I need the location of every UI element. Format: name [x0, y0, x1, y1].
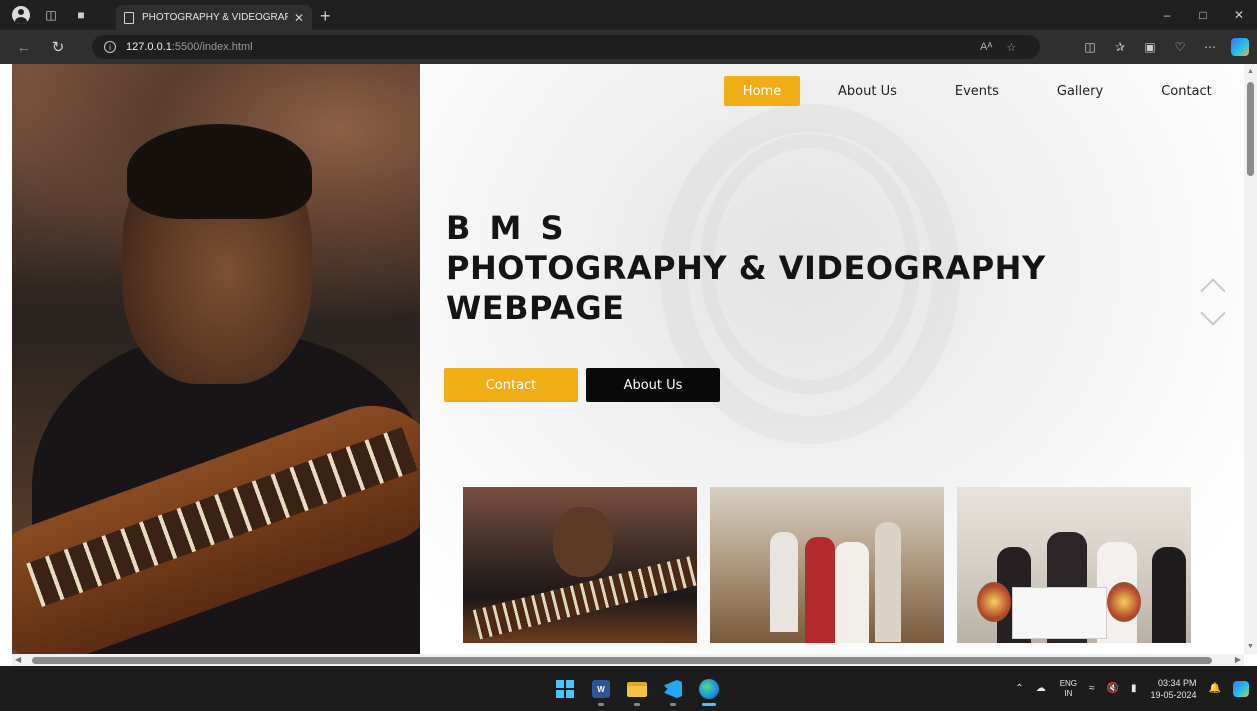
hero-musician-photo	[12, 64, 420, 654]
region-code: IN	[1064, 688, 1073, 698]
page-viewport: Home About Us Events Gallery Contact B M…	[12, 64, 1244, 654]
taskbar-edge[interactable]	[694, 674, 724, 706]
language-indicator[interactable]: ENG IN	[1060, 679, 1077, 699]
collections-icon[interactable]: ▣	[1135, 40, 1165, 54]
nav-gallery[interactable]: Gallery	[1057, 76, 1103, 106]
gallery-thumbnail-musician[interactable]	[463, 487, 697, 643]
gallery-thumbnail-award-group[interactable]	[957, 487, 1191, 643]
scroll-down-arrow-icon[interactable]: ▼	[1247, 643, 1254, 650]
clock[interactable]: 03:34 PM 19-05-2024	[1151, 677, 1197, 701]
windows-logo-icon	[556, 680, 574, 698]
word-icon: W	[592, 680, 610, 698]
vertical-scroll-thumb[interactable]	[1247, 82, 1254, 176]
address-path: :5500/index.html	[171, 41, 253, 53]
browser-essentials-icon[interactable]: ♡	[1165, 40, 1195, 54]
site-info-icon[interactable]: i	[104, 41, 116, 53]
taskbar-file-explorer[interactable]	[622, 674, 652, 706]
window-controls: – □ ✕	[1149, 0, 1257, 30]
favorite-star-icon[interactable]: ☆	[1006, 41, 1016, 54]
clock-date: 19-05-2024	[1150, 689, 1197, 700]
tab-actions-icon[interactable]: ■	[72, 6, 90, 24]
start-button[interactable]	[550, 674, 580, 704]
notification-bell-icon[interactable]: 🔔	[1209, 683, 1221, 694]
workspaces-icon[interactable]: ◫	[42, 6, 60, 24]
taskbar: W ⌃ ☁ ENG IN ≈ 🔇 ▮ 03:34 PM 19-05-2024 🔔	[0, 666, 1257, 711]
show-hidden-icons-chevron-icon[interactable]: ⌃	[1015, 683, 1023, 694]
nav-events[interactable]: Events	[955, 76, 999, 106]
page-title: B M S PHOTOGRAPHY & VIDEOGRAPHY WEBPAGE	[446, 208, 1046, 328]
scroll-left-arrow-icon[interactable]: ◀	[15, 655, 21, 664]
nav-contact[interactable]: Contact	[1161, 76, 1212, 106]
more-menu-icon[interactable]: ⋯	[1195, 40, 1225, 54]
taskbar-vscode[interactable]	[658, 674, 688, 706]
title-line-1: B M S	[446, 209, 568, 247]
title-line-2: PHOTOGRAPHY & VIDEOGRAPHY	[446, 249, 1046, 287]
profile-avatar-icon[interactable]	[12, 6, 30, 24]
taskbar-word[interactable]: W	[586, 674, 616, 706]
tab-title: PHOTOGRAPHY & VIDEOGRAPH	[142, 12, 288, 23]
browser-titlebar: ◫ ■ PHOTOGRAPHY & VIDEOGRAPH ✕ + – □ ✕	[0, 0, 1257, 30]
language-code: ENG	[1059, 678, 1078, 688]
volume-muted-icon[interactable]: 🔇	[1107, 683, 1119, 694]
close-tab-icon[interactable]: ✕	[294, 11, 304, 25]
address-bar[interactable]: i 127.0.0.1:5500/index.html	[92, 35, 1040, 59]
reload-icon[interactable]: ↻	[48, 37, 68, 57]
system-tray: ⌃ ☁ ENG IN ≈ 🔇 ▮ 03:34 PM 19-05-2024 🔔	[1003, 666, 1249, 711]
weather-icon[interactable]: ☁	[1036, 683, 1046, 694]
title-line-3: WEBPAGE	[446, 289, 625, 327]
nav-home[interactable]: Home	[724, 76, 800, 106]
page-icon	[124, 11, 134, 24]
about-us-button[interactable]: About Us	[586, 368, 720, 402]
battery-icon[interactable]: ▮	[1131, 683, 1137, 694]
toolbar-icons: ◫ ✰ ▣ ♡ ⋯	[1075, 30, 1249, 64]
nav-about-us[interactable]: About Us	[838, 76, 897, 106]
edge-icon	[699, 679, 719, 699]
back-arrow-icon[interactable]: ←	[14, 37, 34, 57]
gallery-thumbnail-lamp-lighting[interactable]	[710, 487, 944, 643]
clock-time: 03:34 PM	[1158, 677, 1197, 688]
browser-tab[interactable]: PHOTOGRAPHY & VIDEOGRAPH ✕	[116, 5, 312, 30]
read-aloud-icon[interactable]: Aᴬ	[980, 41, 992, 53]
address-host: 127.0.0.1	[126, 41, 172, 53]
browser-toolbar: ← ↻ i 127.0.0.1:5500/index.html Aᴬ ☆ ◫ ✰…	[0, 30, 1257, 64]
new-tab-icon[interactable]: +	[320, 6, 331, 27]
wifi-icon[interactable]: ≈	[1089, 683, 1095, 694]
folder-icon	[627, 681, 647, 697]
main-nav: Home About Us Events Gallery Contact	[724, 76, 1212, 106]
split-screen-icon[interactable]: ◫	[1075, 40, 1105, 54]
vertical-scrollbar[interactable]: ▲ ▼	[1244, 64, 1257, 654]
favorites-icon[interactable]: ✰	[1105, 40, 1135, 54]
contact-button[interactable]: Contact	[444, 368, 578, 402]
restore-icon[interactable]: □	[1185, 0, 1221, 30]
horizontal-scrollbar[interactable]: ◀ ▶	[12, 654, 1244, 666]
scroll-right-arrow-icon[interactable]: ▶	[1235, 655, 1241, 664]
scroll-up-arrow-icon[interactable]: ▲	[1247, 68, 1254, 75]
copilot-icon[interactable]	[1231, 38, 1249, 56]
vscode-icon	[664, 680, 682, 698]
close-window-icon[interactable]: ✕	[1221, 0, 1257, 30]
horizontal-scroll-thumb[interactable]	[32, 657, 1212, 664]
minimize-icon[interactable]: –	[1149, 0, 1185, 30]
copilot-taskbar-icon[interactable]	[1233, 680, 1249, 697]
